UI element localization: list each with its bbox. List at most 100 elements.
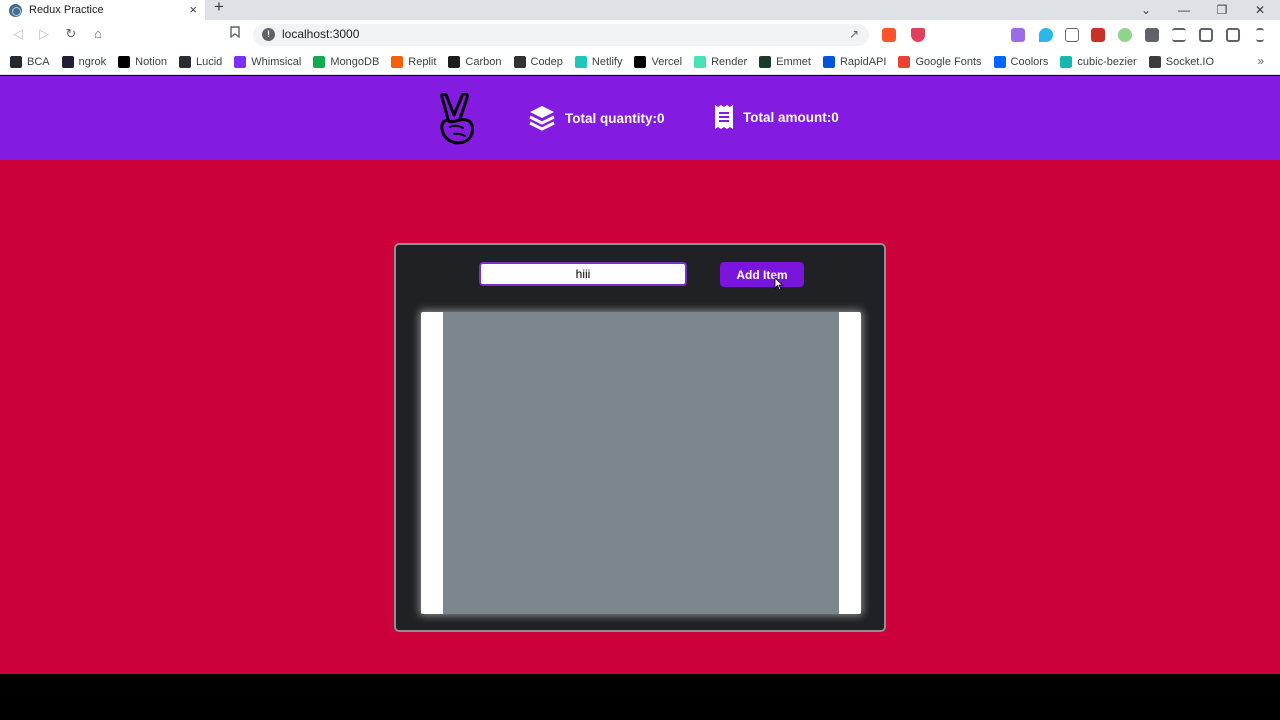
app-page: Total quantity:0 Total amount:0 Add Item — [0, 76, 1280, 674]
tab-title: Redux Practice — [29, 4, 104, 16]
tab-strip: Redux Practice × + ⌄ — ❐ ✕ — [0, 0, 1280, 20]
close-window-button[interactable]: ✕ — [1245, 0, 1275, 20]
bookmark-label: cubic-bezier — [1077, 55, 1137, 68]
brave-shield-icon[interactable] — [882, 28, 896, 42]
bookmark-label: Codep — [530, 55, 563, 68]
bookmark-ngrok[interactable]: ngrok — [61, 55, 107, 68]
bookmark-label: Render — [711, 55, 748, 68]
cubic-bezier-icon — [1060, 55, 1073, 68]
netlify-icon — [574, 55, 587, 68]
socketio-icon — [1148, 55, 1161, 68]
bookmark-lucid[interactable]: Lucid — [178, 55, 223, 68]
bookmark-whimsical[interactable]: Whimsical — [234, 55, 302, 68]
extension-red-icon[interactable] — [1091, 28, 1105, 42]
bookmark-label: Carbon — [465, 55, 502, 68]
bookmark-google-fonts[interactable]: Google Fonts — [898, 55, 982, 68]
media-controls-icon[interactable] — [1172, 28, 1186, 42]
render-icon — [694, 55, 707, 68]
replit-icon — [391, 55, 404, 68]
notion-icon — [118, 55, 131, 68]
tab-redux-practice[interactable]: Redux Practice × — [0, 0, 205, 20]
bookmark-emmet[interactable]: Emmet — [759, 55, 811, 68]
bookmark-codep[interactable]: Codep — [513, 55, 563, 68]
bookmark-label: MongoDB — [330, 55, 380, 68]
bookmark-rapidapi[interactable]: RapidAPI — [822, 55, 887, 68]
bookmark-mongodb[interactable]: MongoDB — [313, 55, 380, 68]
bookmark-coolors[interactable]: Coolors — [993, 55, 1048, 68]
carbon-icon — [448, 55, 461, 68]
rapidapi-icon — [822, 55, 835, 68]
bookmark-icon[interactable] — [227, 26, 243, 42]
vercel-icon — [634, 55, 647, 68]
url-text: localhost:3000 — [282, 27, 360, 41]
google-fonts-icon — [898, 55, 911, 68]
layers-icon — [529, 106, 555, 131]
brave-rewards-icon[interactable] — [911, 28, 925, 42]
github-icon — [10, 55, 22, 68]
reload-icon[interactable]: ↻ — [63, 26, 79, 42]
sidebar-icon[interactable] — [1199, 28, 1213, 42]
browser-window: Redux Practice × + ⌄ — ❐ ✕ ◁ ▷ ↻ ⌂ ! loc… — [0, 0, 1280, 720]
extension-json-icon[interactable] — [1065, 28, 1079, 42]
ngrok-icon — [61, 55, 74, 68]
bookmark-vercel[interactable]: Vercel — [634, 55, 683, 68]
bookmark-label: ngrok — [78, 55, 107, 68]
wallet-icon[interactable] — [1226, 28, 1240, 42]
bookmark-bca[interactable]: BCA — [10, 55, 50, 68]
bookmark-notion[interactable]: Notion — [118, 55, 167, 68]
codepen-icon — [513, 55, 526, 68]
items-list-panel — [421, 312, 861, 614]
bookmark-label: Socket.IO — [1165, 55, 1215, 68]
bookmark-socket-io[interactable]: Socket.IO — [1148, 55, 1215, 68]
item-card: Add Item — [394, 243, 886, 632]
bookmark-label: Lucid — [195, 55, 223, 68]
extension-green-icon[interactable] — [1118, 28, 1132, 42]
total-amount-label: Total amount:0 — [743, 109, 839, 125]
mouse-cursor-icon — [774, 277, 784, 291]
tab-close-button[interactable]: × — [189, 2, 197, 17]
bookmark-replit[interactable]: Replit — [391, 55, 437, 68]
total-quantity-label: Total quantity:0 — [565, 110, 665, 126]
site-info-icon[interactable]: ! — [262, 28, 275, 41]
extension-drop-icon[interactable] — [1039, 28, 1053, 42]
bookmark-cubic-bezier[interactable]: cubic-bezier — [1060, 55, 1137, 68]
restore-button[interactable]: ❐ — [1207, 0, 1237, 20]
minimize-button[interactable]: — — [1169, 0, 1199, 20]
app-navbar: Total quantity:0 Total amount:0 — [0, 76, 1280, 160]
bookmark-label: RapidAPI — [839, 55, 887, 68]
bookmark-render[interactable]: Render — [694, 55, 748, 68]
back-icon[interactable]: ◁ — [10, 26, 26, 42]
bookmark-label: Whimsical — [251, 55, 302, 68]
mongodb-icon — [313, 55, 326, 68]
menu-icon[interactable] — [1256, 28, 1264, 42]
address-bar[interactable]: ! localhost:3000 ↗ — [253, 24, 869, 46]
whimsical-icon — [234, 55, 247, 68]
react-favicon-icon — [9, 3, 22, 17]
item-input[interactable] — [479, 262, 687, 286]
home-icon[interactable]: ⌂ — [90, 26, 106, 42]
total-amount: Total amount:0 — [714, 104, 839, 130]
share-icon[interactable]: ↗ — [849, 27, 859, 41]
new-tab-button[interactable]: + — [214, 0, 224, 15]
bookmark-label: BCA — [27, 55, 50, 68]
peace-hand-logo-icon — [440, 93, 475, 145]
bookmark-carbon[interactable]: Carbon — [448, 55, 502, 68]
bookmark-label: Emmet — [776, 55, 811, 68]
bookmark-label: Replit — [408, 55, 437, 68]
tab-search-icon[interactable]: ⌄ — [1131, 0, 1161, 20]
bookmark-label: Vercel — [651, 55, 683, 68]
extensions-puzzle-icon[interactable] — [1145, 28, 1159, 42]
extension-purple-icon[interactable] — [1011, 28, 1025, 42]
bookmarks-overflow-icon[interactable]: » — [1257, 54, 1264, 68]
taskbar-area — [0, 674, 1280, 720]
coolors-icon — [993, 55, 1006, 68]
bookmarks-bar: BCA ngrok Notion Lucid Whimsical MongoDB Repli… — [0, 49, 1280, 75]
emmet-icon — [759, 55, 772, 68]
bookmark-netlify[interactable]: Netlify — [574, 55, 623, 68]
bookmark-label: Google Fonts — [915, 55, 982, 68]
forward-icon[interactable]: ▷ — [36, 26, 52, 42]
add-item-button[interactable]: Add Item — [720, 262, 804, 287]
bookmark-label: Netlify — [591, 55, 623, 68]
receipt-icon — [715, 105, 733, 129]
bookmark-label: Notion — [135, 55, 167, 68]
